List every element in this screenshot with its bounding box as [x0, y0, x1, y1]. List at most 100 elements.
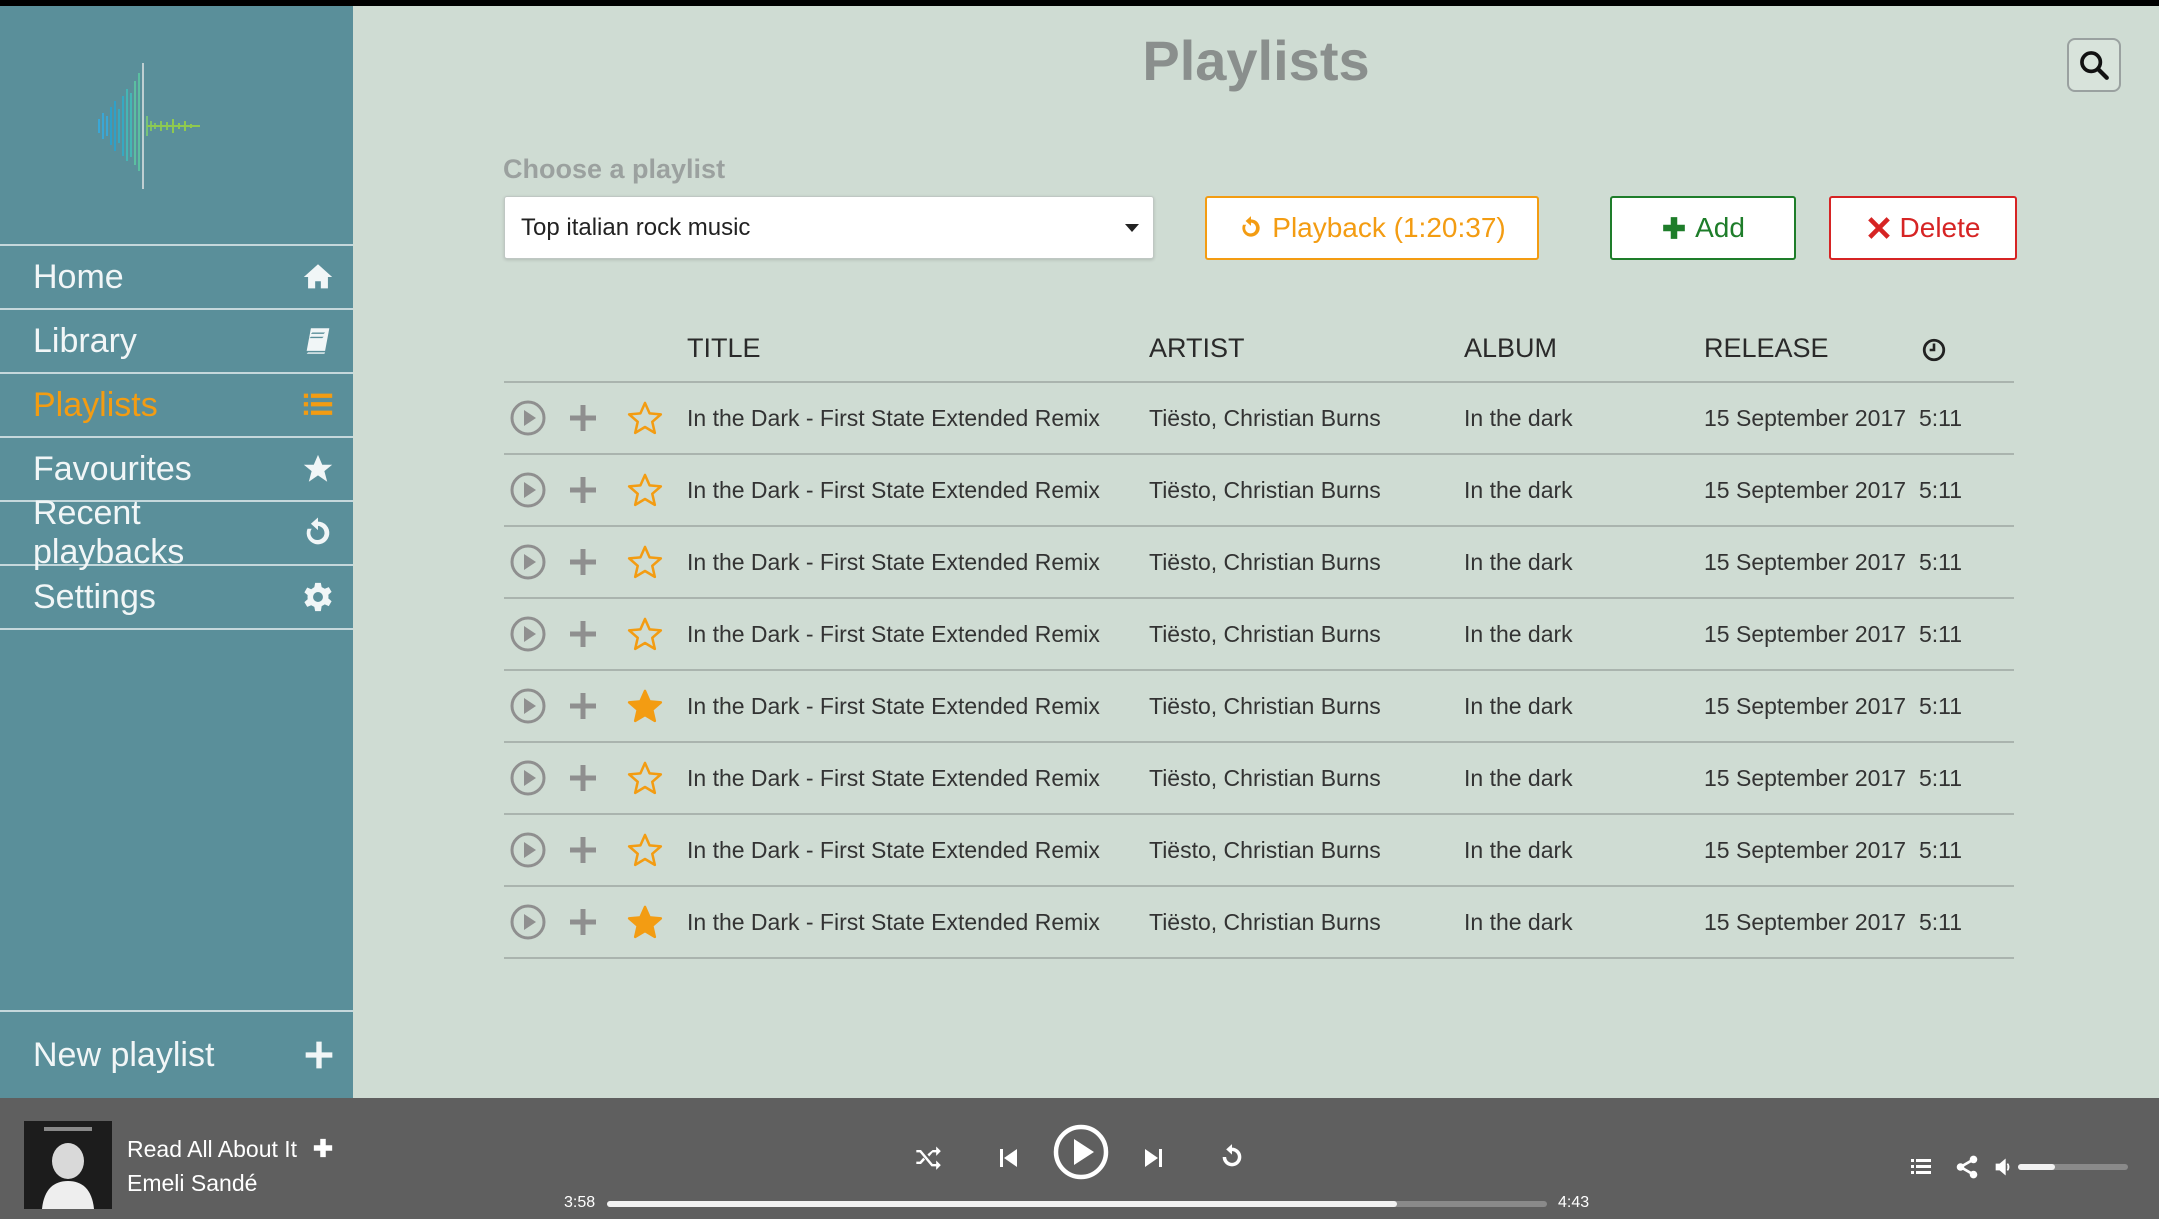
add-track-icon[interactable] [564, 615, 602, 653]
volume-fill [2018, 1164, 2056, 1170]
playback-label: Playback (1:20:37) [1272, 212, 1506, 243]
sidebar-item-recent-playbacks[interactable]: Recent playbacks [0, 494, 353, 571]
sidebar-item-playlists[interactable]: Playlists [0, 374, 353, 438]
star-outline-icon[interactable] [626, 471, 664, 509]
share-icon[interactable] [1954, 1154, 1980, 1180]
playback-button[interactable]: Playback (1:20:37) [1205, 196, 1539, 260]
table-row[interactable]: In the Dark - First State Extended Remix… [504, 455, 2014, 527]
repeat-icon[interactable] [1218, 1143, 1246, 1171]
volume-icon[interactable] [1994, 1156, 2014, 1178]
play-track-icon[interactable] [509, 615, 547, 653]
star-outline-icon[interactable] [626, 543, 664, 581]
track-artist: Tiësto, Christian Burns [1149, 693, 1381, 719]
progress-fill [607, 1201, 1397, 1207]
play-icon[interactable] [1053, 1124, 1109, 1180]
table-row[interactable]: In the Dark - First State Extended Remix… [504, 743, 2014, 815]
app-logo [98, 63, 200, 189]
add-track-icon[interactable] [564, 399, 602, 437]
star-outline-icon[interactable] [626, 399, 664, 437]
star-outline-icon[interactable] [626, 615, 664, 653]
play-track-icon[interactable] [509, 759, 547, 797]
track-title: In the Dark - First State Extended Remix [687, 405, 1100, 431]
track-duration: 5:11 [1919, 477, 1963, 503]
track-artist: Tiësto, Christian Burns [1149, 765, 1381, 791]
close-icon [1867, 217, 1890, 239]
star-filled-icon[interactable] [626, 687, 664, 725]
sidebar-item-settings[interactable]: Settings [0, 566, 353, 630]
track-album: In the dark [1464, 765, 1573, 791]
track-artist: Tiësto, Christian Burns [1149, 549, 1381, 575]
track-title: In the Dark - First State Extended Remix [687, 837, 1100, 863]
queue-icon[interactable] [1908, 1155, 1934, 1179]
track-release: 15 September 2017 [1704, 909, 1907, 935]
next-icon[interactable] [1142, 1145, 1166, 1171]
play-track-icon[interactable] [509, 471, 547, 509]
add-button[interactable]: Add [1610, 196, 1796, 260]
search-button[interactable] [2067, 38, 2121, 92]
table-row[interactable]: In the Dark - First State Extended Remix… [504, 599, 2014, 671]
play-track-icon[interactable] [509, 399, 547, 437]
sidebar-item-label: Recent playbacks [33, 494, 185, 571]
sidebar-item-label: Playlists [33, 385, 158, 424]
now-playing-title: Read All About It [127, 1136, 298, 1162]
page-title: Playlists [1142, 29, 1370, 92]
add-track-icon[interactable] [564, 687, 602, 725]
track-duration: 5:11 [1919, 405, 1963, 431]
table-row[interactable]: In the Dark - First State Extended Remix… [504, 671, 2014, 743]
sidebar-item-home[interactable]: Home [0, 246, 353, 310]
list-icon [303, 393, 333, 415]
play-track-icon[interactable] [509, 903, 547, 941]
add-track-icon[interactable] [564, 471, 602, 509]
total-time: 4:43 [1558, 1194, 1590, 1211]
track-artist: Tiësto, Christian Burns [1149, 477, 1381, 503]
plus-icon [305, 1041, 333, 1069]
track-artist: Tiësto, Christian Burns [1149, 837, 1381, 863]
add-label: Add [1695, 212, 1745, 243]
table-header: TITLE ARTIST ALBUM RELEASE [504, 321, 2014, 383]
book-icon [306, 328, 330, 354]
now-playing-artist: Emeli Sandé [127, 1170, 258, 1196]
track-artist: Tiësto, Christian Burns [1149, 621, 1381, 647]
column-header-album[interactable]: ALBUM [1464, 333, 1557, 364]
play-track-icon[interactable] [509, 543, 547, 581]
track-title: In the Dark - First State Extended Remix [687, 549, 1100, 575]
column-header-artist[interactable]: ARTIST [1149, 333, 1245, 364]
column-header-release[interactable]: RELEASE [1704, 333, 1829, 364]
star-filled-icon[interactable] [626, 903, 664, 941]
progress-bar[interactable] [607, 1201, 1547, 1207]
table-row[interactable]: In the Dark - First State Extended Remix… [504, 383, 2014, 455]
table-row[interactable]: In the Dark - First State Extended Remix… [504, 887, 2014, 959]
add-track-icon[interactable] [564, 831, 602, 869]
current-time: 3:58 [564, 1194, 596, 1211]
star-icon [303, 454, 333, 482]
add-track-icon[interactable] [564, 903, 602, 941]
gear-icon [304, 582, 332, 612]
previous-icon[interactable] [996, 1145, 1020, 1171]
sidebar-item-library[interactable]: Library [0, 310, 353, 374]
table-row[interactable]: In the Dark - First State Extended Remix… [504, 527, 2014, 599]
play-track-icon[interactable] [509, 687, 547, 725]
shuffle-icon[interactable] [914, 1143, 942, 1171]
new-playlist-button[interactable]: New playlist [0, 1010, 353, 1098]
delete-button[interactable]: Delete [1829, 196, 2017, 260]
add-track-icon[interactable] [564, 759, 602, 797]
sidebar-item-favourites[interactable]: Favourites [0, 438, 353, 502]
replay-icon [1242, 216, 1260, 237]
star-outline-icon[interactable] [626, 759, 664, 797]
play-track-icon[interactable] [509, 831, 547, 869]
track-album: In the dark [1464, 549, 1573, 575]
track-title: In the Dark - First State Extended Remix [687, 477, 1100, 503]
playlist-select[interactable]: Top italian rock music [504, 196, 1154, 259]
column-header-title[interactable]: TITLE [687, 333, 761, 364]
add-track-icon[interactable] [564, 543, 602, 581]
track-album: In the dark [1464, 405, 1573, 431]
volume-slider[interactable] [2018, 1164, 2128, 1170]
add-to-playlist-icon[interactable] [312, 1137, 334, 1159]
main-content: Playlists Choose a playlist Top italian … [353, 6, 2159, 1098]
track-artist: Tiësto, Christian Burns [1149, 405, 1381, 431]
choose-playlist-label: Choose a playlist [503, 154, 726, 184]
album-cover [24, 1121, 112, 1209]
clock-icon[interactable] [1921, 337, 1947, 363]
star-outline-icon[interactable] [626, 831, 664, 869]
table-row[interactable]: In the Dark - First State Extended Remix… [504, 815, 2014, 887]
